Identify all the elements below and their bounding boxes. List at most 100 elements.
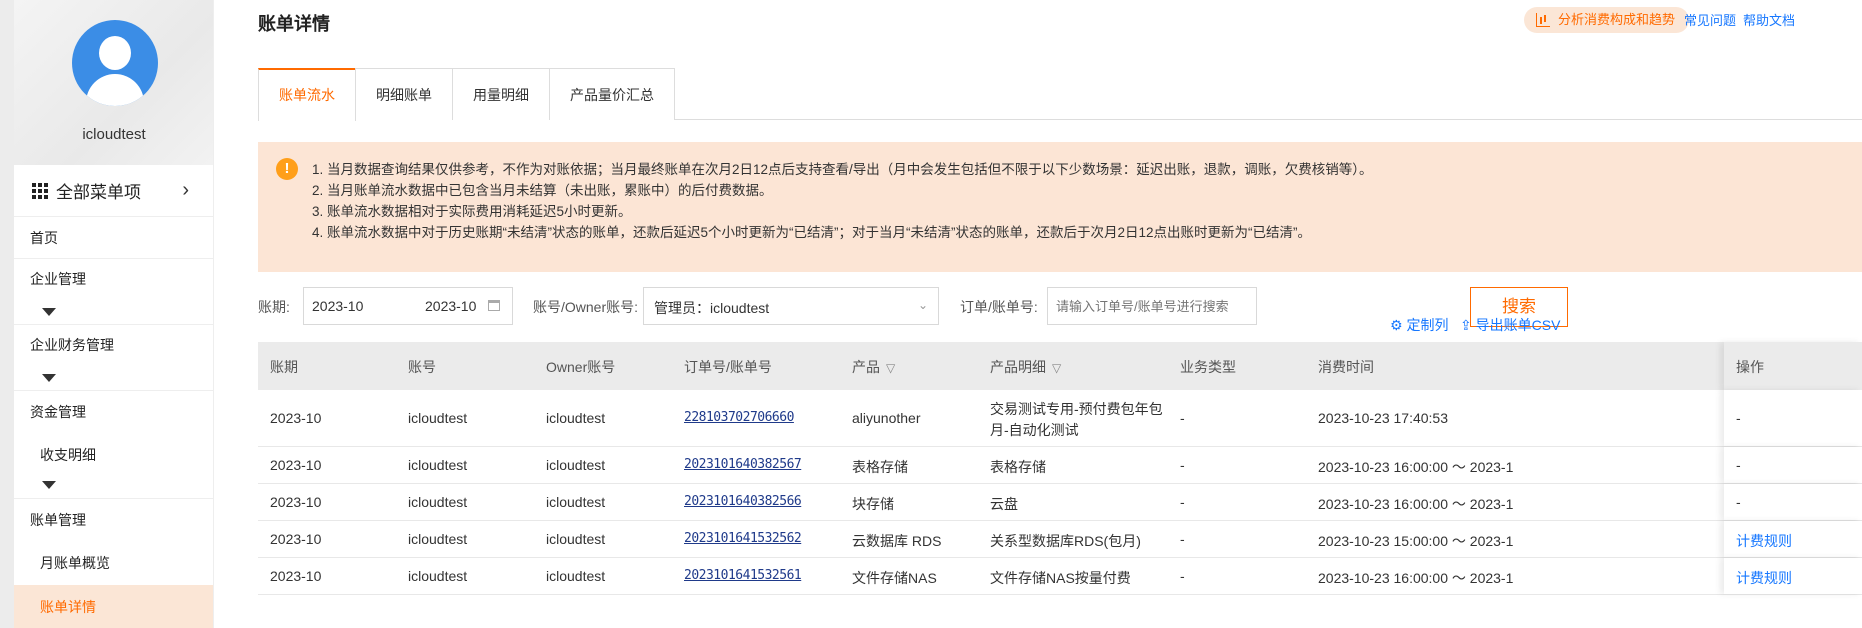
cell-product: aliyunother: [852, 410, 921, 426]
cell-operation: -: [1724, 484, 1862, 520]
caret-down-icon: [42, 374, 56, 382]
billing-rules-link[interactable]: 计费规则: [1736, 568, 1792, 588]
tab-usage-detail[interactable]: 用量明细: [452, 68, 550, 120]
account-value: 管理员：icloudtest: [654, 300, 770, 316]
page: icloudtest 全部菜单项 › 首页 企业管理 企业财务管理 资金管理 收…: [0, 0, 1862, 628]
col-biz-type: 业务类型: [1180, 359, 1236, 375]
cell-time: 2023-10-23 16:00:00 ～ 2023-1: [1318, 496, 1514, 512]
sidebar-item-enterprise[interactable]: 企业管理: [14, 259, 213, 325]
sidebar-item-monthly-overview[interactable]: 月账单概览: [14, 541, 213, 585]
cell-product-detail-2: 月-自动化测试: [990, 422, 1079, 438]
analyze-consumption-button[interactable]: 分析消费构成和趋势: [1524, 7, 1690, 33]
sidebar-item-label: 资金管理: [30, 404, 86, 420]
export-label: 导出账单CSV: [1475, 317, 1561, 333]
tab-bar: 账单流水 明细账单 用量明细 产品量价汇总: [258, 68, 1862, 121]
sidebar-item-bill-details[interactable]: 账单详情: [14, 585, 213, 628]
notice-line: 1. 当月数据查询结果仅供参考，不作为对账依据；当月最终账单在次月2日12点后支…: [312, 162, 1373, 177]
sidebar-item-income-expense[interactable]: 收支明细: [14, 433, 213, 477]
cell-operation: 计费规则: [1724, 558, 1862, 594]
table-row: 2023-10 icloudtest icloudtest 2023101640…: [258, 447, 1862, 484]
cell-product-detail: 文件存储NAS按量付费: [990, 570, 1131, 586]
cell-product: 块存储: [852, 496, 894, 512]
cell-biz-type: -: [1180, 531, 1185, 547]
sidebar-item-enterprise-finance[interactable]: 企业财务管理: [14, 325, 213, 391]
sidebar-item-funds[interactable]: 资金管理: [14, 391, 213, 433]
cell-order[interactable]: 228103702706660: [684, 410, 794, 425]
cell-biz-type: -: [1180, 568, 1185, 584]
grid-icon: [32, 182, 48, 199]
cell-account: icloudtest: [408, 568, 468, 584]
sidebar-item-label: 账单管理: [30, 512, 86, 528]
sidebar-item-label: 企业管理: [30, 271, 86, 287]
tab-bill-flow[interactable]: 账单流水: [258, 68, 356, 121]
cell-owner: icloudtest: [546, 410, 606, 426]
table-row: 2023-10 icloudtest icloudtest 2023101641…: [258, 521, 1862, 558]
filter-icon[interactable]: ▽: [886, 361, 895, 375]
operation-text: -: [1736, 410, 1741, 426]
cell-order[interactable]: 2023101640382567: [684, 457, 802, 472]
col-time: 消费时间: [1318, 359, 1374, 375]
cell-operation: 计费规则: [1724, 521, 1862, 557]
sidebar-item-label: 首页: [30, 230, 58, 246]
col-product-label: 产品: [852, 359, 880, 375]
funds-collapse-toggle[interactable]: [14, 477, 213, 499]
avatar[interactable]: [72, 20, 158, 106]
cell-period: 2023-10: [270, 494, 322, 510]
period-end[interactable]: 2023-10: [425, 298, 476, 314]
order-search-input[interactable]: [1047, 287, 1257, 325]
col-order: 订单号/账单号: [684, 359, 772, 375]
notice-line: 2. 当月账单流水数据中已包含当月未结算（未出账，累账中）的后付费数据。: [312, 183, 773, 198]
bar-chart-icon: [1536, 13, 1550, 27]
chevron-right-icon: ›: [182, 179, 189, 201]
cell-order[interactable]: 2023101641532562: [684, 531, 802, 546]
sidebar-item-label: 收支明细: [40, 447, 96, 463]
operation-text: -: [1736, 494, 1741, 510]
all-menu-button[interactable]: 全部菜单项 ›: [14, 165, 213, 217]
col-product-detail[interactable]: 产品明细 ▽: [990, 357, 1061, 377]
help-docs-link[interactable]: 帮助文档: [1743, 10, 1795, 29]
cell-biz-type: -: [1180, 457, 1185, 473]
notice-line: 3. 账单流水数据相对于实际费用消耗延迟5小时更新。: [312, 204, 632, 219]
filter-icon[interactable]: ▽: [1052, 361, 1061, 375]
col-account: 账号: [408, 359, 436, 375]
sidebar: icloudtest 全部菜单项 › 首页 企业管理 企业财务管理 资金管理 收…: [14, 0, 214, 628]
cell-order[interactable]: 2023101641532561: [684, 568, 802, 583]
customize-label: 定制列: [1406, 317, 1449, 333]
cell-time: 2023-10-23 15:00:00 ～ 2023-1: [1318, 533, 1514, 549]
cell-time: 2023-10-23 16:00:00 ～ 2023-1: [1318, 570, 1514, 586]
sidebar-item-home[interactable]: 首页: [14, 217, 213, 259]
cell-operation: -: [1724, 390, 1862, 446]
table-header: 账期 账号 Owner账号 订单号/账单号 产品 ▽ 产品明细 ▽ 业务类型 消费时…: [258, 342, 1862, 390]
left-gutter: [0, 0, 14, 628]
period-range-picker[interactable]: 2023-10 2023-10: [303, 287, 513, 325]
cell-product-detail: 表格存储: [990, 459, 1046, 475]
tab-product-price-summary[interactable]: 产品量价汇总: [549, 68, 675, 120]
tab-detailed-bill[interactable]: 明细账单: [355, 68, 453, 120]
cell-time: 2023-10-23 17:40:53: [1318, 410, 1448, 426]
col-product[interactable]: 产品 ▽: [852, 357, 895, 377]
cell-period: 2023-10: [270, 410, 322, 426]
faq-link[interactable]: 常见问题: [1684, 10, 1736, 29]
cell-account: icloudtest: [408, 494, 468, 510]
cell-order[interactable]: 2023101640382566: [684, 494, 802, 509]
sidebar-item-bill-management[interactable]: 账单管理: [14, 499, 213, 541]
col-owner: Owner账号: [546, 359, 616, 375]
billing-rules-link[interactable]: 计费规则: [1736, 531, 1792, 551]
page-title: 账单详情: [258, 14, 330, 34]
analyze-label: 分析消费构成和趋势: [1558, 12, 1676, 27]
customize-columns-link[interactable]: ⚙ 定制列: [1390, 315, 1448, 335]
cell-period: 2023-10: [270, 531, 322, 547]
order-label: 订单/账单号:: [960, 299, 1038, 315]
export-csv-link[interactable]: ⇪ 导出账单CSV: [1460, 315, 1560, 335]
col-product-detail-label: 产品明细: [990, 359, 1046, 375]
cell-product: 文件存储NAS: [852, 570, 937, 586]
cell-operation: -: [1724, 447, 1862, 483]
warning-icon: !: [276, 158, 298, 180]
account-select[interactable]: 管理员：icloudtest ⌄: [643, 287, 939, 325]
sidebar-item-label: 企业财务管理: [30, 337, 114, 353]
caret-down-icon: [42, 481, 56, 489]
cell-product: 表格存储: [852, 459, 908, 475]
notice-line: 4. 账单流水数据中对于历史账期“未结清”状态的账单，还款后延迟5个小时更新为“…: [312, 225, 1312, 240]
cell-biz-type: -: [1180, 494, 1185, 510]
period-start[interactable]: 2023-10: [312, 298, 363, 314]
